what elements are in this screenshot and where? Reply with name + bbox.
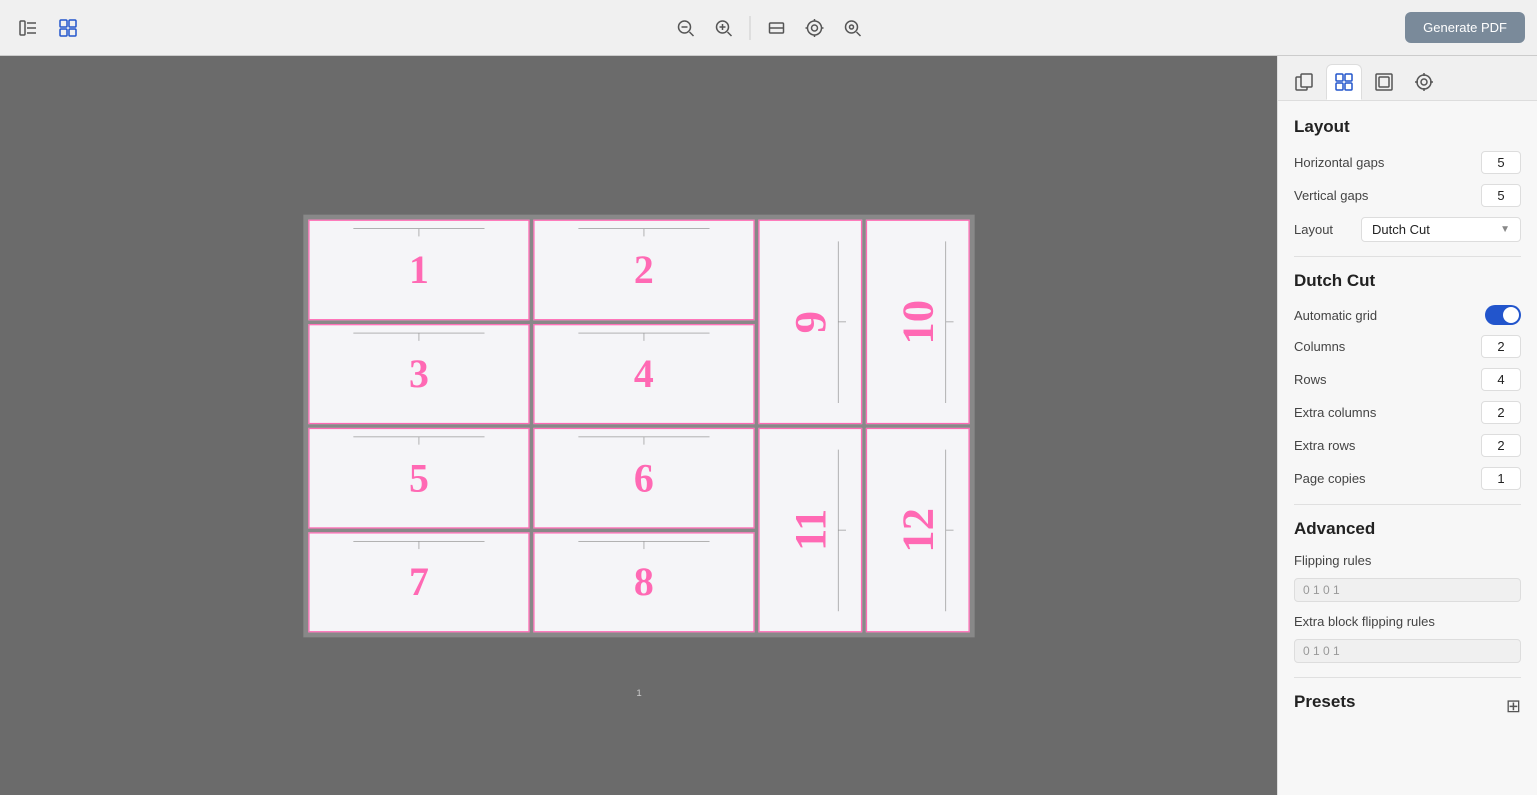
cell-12: 12 (865, 427, 969, 632)
presets-title: Presets (1294, 692, 1355, 712)
divider-2 (1294, 504, 1521, 505)
toolbar-divider (749, 16, 750, 40)
presets-row: Presets ⊞ (1294, 692, 1521, 720)
toolbar-right: Generate PDF (1405, 12, 1525, 43)
horizontal-gaps-label: Horizontal gaps (1294, 155, 1384, 170)
vertical-gaps-row: Vertical gaps 5 (1294, 184, 1521, 207)
automatic-grid-row: Automatic grid (1294, 305, 1521, 325)
right-panel: Layout Horizontal gaps 5 Vertical gaps 5… (1277, 56, 1537, 795)
automatic-grid-toggle[interactable] (1485, 305, 1521, 325)
layout-dropdown-value: Dutch Cut (1372, 222, 1430, 237)
tab-marks[interactable] (1366, 64, 1402, 100)
horizontal-gaps-row: Horizontal gaps 5 (1294, 151, 1521, 174)
cell-10: 10 (865, 219, 969, 424)
toolbar-center (669, 12, 868, 44)
canvas-area: 1 2 9 (0, 56, 1277, 795)
columns-value[interactable]: 2 (1481, 335, 1521, 358)
cell-7: 7 (308, 531, 529, 631)
vertical-gaps-label: Vertical gaps (1294, 188, 1368, 203)
main-area: 1 2 9 (0, 56, 1537, 795)
rows-label: Rows (1294, 372, 1327, 387)
flipping-rules-label-row: Flipping rules (1294, 553, 1521, 568)
cell-6: 6 (533, 427, 754, 527)
extra-columns-label: Extra columns (1294, 405, 1376, 420)
flipping-rules-input[interactable]: 0 1 0 1 (1294, 578, 1521, 602)
cell-5: 5 (308, 427, 529, 527)
panel-tabs (1278, 56, 1537, 101)
extra-block-label: Extra block flipping rules (1294, 614, 1435, 629)
page-copies-row: Page copies 1 (1294, 467, 1521, 490)
page-copies-value[interactable]: 1 (1481, 467, 1521, 490)
extra-columns-row: Extra columns 2 (1294, 401, 1521, 424)
cell-4: 4 (533, 323, 754, 423)
fit-btn[interactable] (760, 12, 792, 44)
panel-content: Layout Horizontal gaps 5 Vertical gaps 5… (1278, 101, 1537, 795)
horizontal-gaps-value[interactable]: 5 (1481, 151, 1521, 174)
zoom-out-btn[interactable] (669, 12, 701, 44)
extra-block-input[interactable]: 0 1 0 1 (1294, 639, 1521, 663)
rows-icon-btn[interactable] (12, 12, 44, 44)
layout-type-row: Layout Dutch Cut ▼ (1294, 217, 1521, 242)
extra-rows-label: Extra rows (1294, 438, 1355, 453)
zoom-reset-btn[interactable] (798, 12, 830, 44)
divider-3 (1294, 677, 1521, 678)
columns-label: Columns (1294, 339, 1345, 354)
layout-type-label: Layout (1294, 222, 1333, 237)
automatic-grid-label: Automatic grid (1294, 308, 1377, 323)
page-container: 1 2 9 (303, 214, 974, 637)
generate-pdf-btn[interactable]: Generate PDF (1405, 12, 1525, 43)
extra-rows-value[interactable]: 2 (1481, 434, 1521, 457)
tab-layout[interactable] (1326, 64, 1362, 100)
zoom-in-btn[interactable] (707, 12, 739, 44)
layout-section-title: Layout (1294, 117, 1521, 137)
rows-value[interactable]: 4 (1481, 368, 1521, 391)
advanced-section-title: Advanced (1294, 519, 1521, 539)
page-number: 1 (636, 687, 641, 698)
vertical-gaps-value[interactable]: 5 (1481, 184, 1521, 207)
toolbar: Generate PDF (0, 0, 1537, 56)
cell-2: 2 (533, 219, 754, 319)
cell-9: 9 (758, 219, 862, 424)
divider-1 (1294, 256, 1521, 257)
page-copies-label: Page copies (1294, 471, 1366, 486)
flipping-rules-label: Flipping rules (1294, 553, 1371, 568)
tab-target[interactable] (1406, 64, 1442, 100)
cell-11: 11 (758, 427, 862, 632)
dutch-cut-section-title: Dutch Cut (1294, 271, 1521, 291)
zoom-full-btn[interactable] (836, 12, 868, 44)
rows-row: Rows 4 (1294, 368, 1521, 391)
extra-columns-value[interactable]: 2 (1481, 401, 1521, 424)
columns-row: Columns 2 (1294, 335, 1521, 358)
presets-grid-icon[interactable]: ⊞ (1506, 696, 1521, 717)
layout-dropdown[interactable]: Dutch Cut ▼ (1361, 217, 1521, 242)
cell-1: 1 (308, 219, 529, 319)
extra-block-label-row: Extra block flipping rules (1294, 614, 1521, 629)
cell-8: 8 (533, 531, 754, 631)
toolbar-left (12, 12, 84, 44)
dropdown-arrow-icon: ▼ (1500, 224, 1510, 235)
grid-icon-btn[interactable] (52, 12, 84, 44)
extra-rows-row: Extra rows 2 (1294, 434, 1521, 457)
tab-copies[interactable] (1286, 64, 1322, 100)
cell-3: 3 (308, 323, 529, 423)
